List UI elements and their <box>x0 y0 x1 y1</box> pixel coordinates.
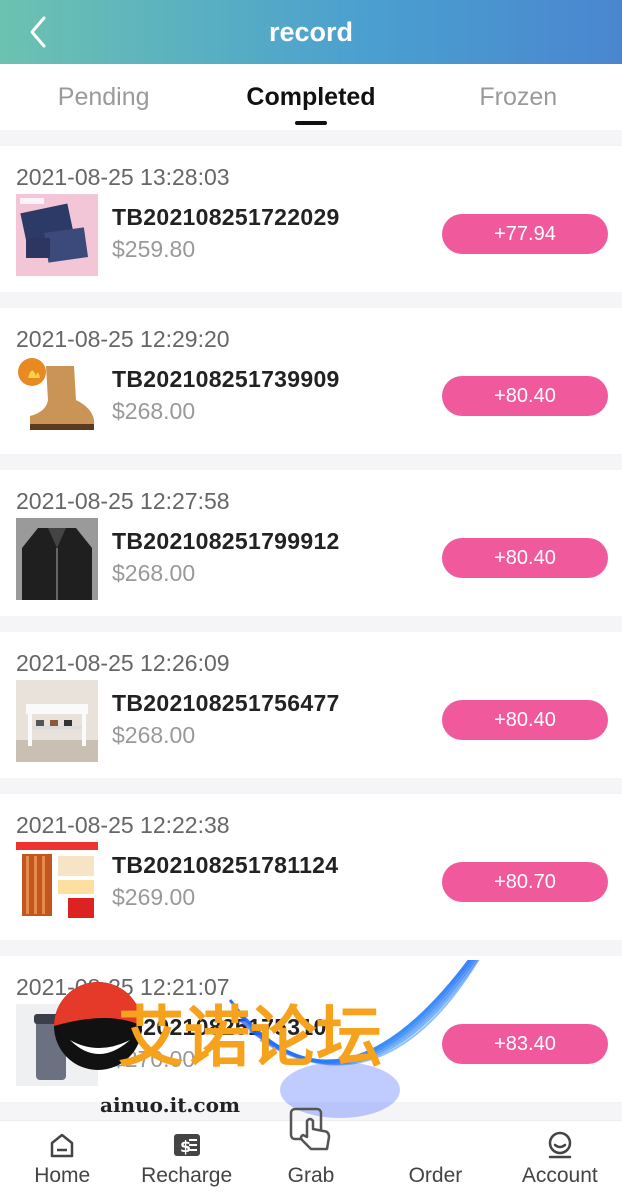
record-time: 2021-08-25 12:21:07 <box>16 974 230 1000</box>
record-card[interactable]: 2021-08-25 12:22:38 TB202108251781124 $2… <box>0 794 622 940</box>
account-icon <box>548 1131 572 1159</box>
nav-order[interactable]: Order <box>373 1121 497 1196</box>
product-mats-thumbnail <box>16 194 98 276</box>
record-time: 2021-08-25 12:27:58 <box>16 488 230 514</box>
order-number: TB202108251799912 <box>112 528 340 554</box>
order-price: $268.00 <box>112 398 196 424</box>
page-title: record <box>268 16 354 47</box>
record-card[interactable]: 2021-08-25 12:26:09 TB202108251756477 $2… <box>0 632 622 778</box>
commission-badge[interactable]: +80.70 <box>442 862 608 902</box>
record-time: 2021-08-25 13:28:03 <box>16 164 230 190</box>
order-icon <box>420 1130 450 1160</box>
order-price: $268.00 <box>112 560 196 586</box>
app-header: record <box>0 0 622 64</box>
order-number: TB20210825175310 <box>112 1014 327 1040</box>
commission-badge[interactable]: +80.40 <box>442 376 608 416</box>
tab-frozen[interactable]: Frozen <box>415 64 622 130</box>
nav-recharge[interactable]: $ Recharge <box>124 1121 248 1196</box>
order-price: $270.00 <box>112 1046 196 1072</box>
record-time: 2021-08-25 12:22:38 <box>16 812 230 838</box>
nav-grab[interactable]: Grab <box>249 1107 373 1196</box>
record-list: 2021-08-25 13:28:03 TB202108251722029 $2… <box>0 146 622 1118</box>
order-number: TB202108251756477 <box>112 690 340 716</box>
leather-boot-thumbnail <box>16 356 98 438</box>
hand-pointer-icon <box>289 1107 331 1151</box>
record-card[interactable]: 2021-08-25 12:21:07 TB20210825175310 $27… <box>0 956 622 1102</box>
shoe-bench-thumbnail <box>16 680 98 762</box>
order-price: $268.00 <box>112 722 196 748</box>
record-card[interactable]: 2021-08-25 13:28:03 TB202108251722029 $2… <box>0 146 622 292</box>
record-time: 2021-08-25 12:29:20 <box>16 326 230 352</box>
home-icon <box>50 1133 74 1158</box>
bottom-navigation: Home $ Recharge Grab Order Account <box>0 1107 622 1196</box>
order-number: TB202108251722029 <box>112 204 340 230</box>
back-arrow-icon[interactable] <box>22 14 58 50</box>
status-tabs: Pending Completed Frozen <box>0 64 622 130</box>
commission-badge[interactable]: +77.94 <box>442 214 608 254</box>
order-number: TB202108251739909 <box>112 366 340 392</box>
tab-completed[interactable]: Completed <box>207 64 414 130</box>
commission-badge[interactable]: +80.40 <box>442 700 608 740</box>
active-tab-indicator <box>294 121 327 125</box>
leather-jacket-thumbnail <box>16 518 98 600</box>
tab-pending[interactable]: Pending <box>0 64 207 130</box>
recharge-icon: $ <box>173 1134 200 1156</box>
record-time: 2021-08-25 12:26:09 <box>16 650 230 676</box>
order-price: $269.00 <box>112 884 196 910</box>
oil-heater-thumbnail <box>16 842 98 924</box>
record-card[interactable]: 2021-08-25 12:27:58 TB202108251799912 $2… <box>0 470 622 616</box>
nav-home[interactable]: Home <box>0 1121 124 1196</box>
commission-badge[interactable]: +80.40 <box>442 538 608 578</box>
order-number: TB202108251781124 <box>112 852 339 878</box>
tumbler-thumbnail <box>16 1004 98 1086</box>
order-price: $259.80 <box>112 236 196 262</box>
nav-account[interactable]: Account <box>498 1121 622 1196</box>
record-card[interactable]: 2021-08-25 12:29:20 TB202108251739909 $2… <box>0 308 622 454</box>
commission-badge[interactable]: +83.40 <box>442 1024 608 1064</box>
